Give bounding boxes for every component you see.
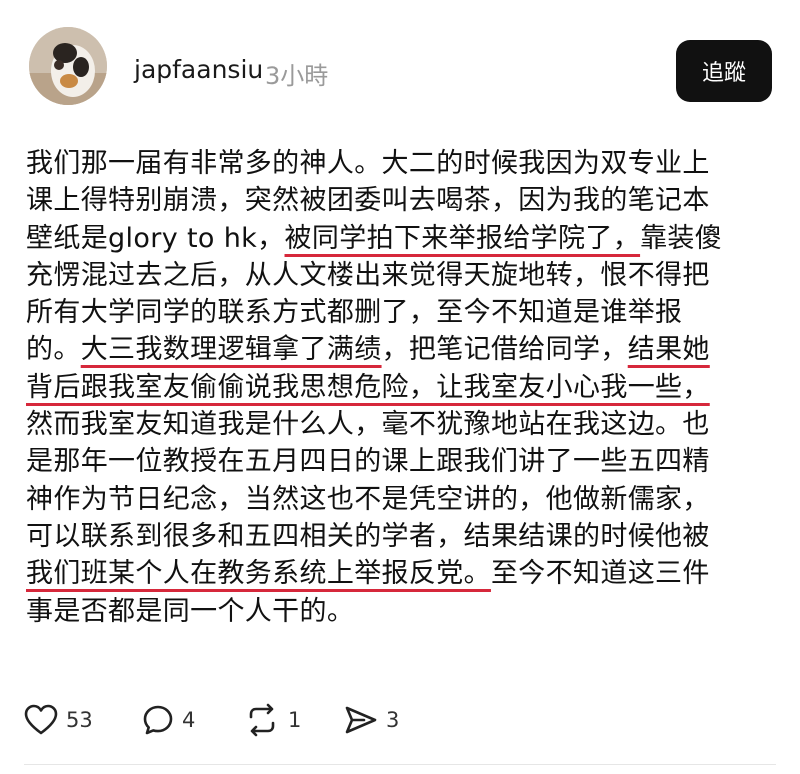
comment-count: 4	[182, 708, 196, 732]
comment-bubble-icon	[143, 705, 173, 735]
divider	[24, 764, 776, 765]
post-text-line: 我们班某个人在教务系统上举报反党。至今不知道这三件	[26, 555, 776, 592]
action-bar: 53 4 1 3	[24, 700, 624, 740]
post-text-segment: 的。	[26, 334, 81, 366]
post-time: 3小時	[265, 62, 329, 90]
send-icon	[345, 706, 377, 734]
post-text-segment: 课上得特别崩溃，突然被团委叫去喝茶，因为我的笔记本	[26, 185, 710, 217]
highlighted-text: 大三我数理逻辑拿了满绩	[80, 334, 382, 366]
post-text-line: 可以联系到很多和五四相关的学者，结果结课的时候他被	[26, 518, 776, 555]
username[interactable]: japfaansiu	[134, 55, 263, 84]
repost-icon	[249, 703, 275, 737]
repost-count: 1	[288, 708, 302, 732]
highlighted-text: 被同学拍下来举报给学院了，	[284, 222, 641, 254]
post-text-segment: ，把笔记借给同学，	[381, 334, 628, 366]
post-text-line: 然而我室友知道我是什么人，毫不犹豫地站在我这边。也	[26, 406, 776, 443]
post-text-line: 事是否都是同一个人干的。	[26, 593, 776, 630]
post-text-segment: 靠装傻	[640, 222, 723, 254]
heart-icon	[24, 704, 58, 735]
post-text-segment: 事是否都是同一个人干的。	[26, 595, 355, 627]
cat-avatar-icon	[29, 27, 107, 105]
share-button[interactable]: 3	[344, 700, 399, 740]
post-text-segment: 至今不知道这三件	[490, 558, 710, 590]
comment-button[interactable]: 4	[142, 700, 195, 740]
post-text-line: 壁纸是glory to hk，被同学拍下来举报给学院了，靠装傻	[26, 220, 776, 257]
post-text-line: 的。大三我数理逻辑拿了满绩，把笔记借给同学，结果她	[26, 331, 776, 368]
post-header: japfaansiu 3小時 追蹤	[0, 0, 800, 130]
post-text-segment: 壁纸是glory to hk，	[26, 222, 285, 254]
post-text-segment: 神作为节日纪念，当然这也不是凭空讲的，他做新儒家，	[26, 483, 710, 515]
post-text-segment: 是那年一位教授在五月四日的课上跟我们讲了一些五四精	[26, 446, 710, 478]
highlighted-text: 我们班某个人在教务系统上举报反党。	[26, 558, 491, 590]
post-text-line: 所有大学同学的联系方式都删了，至今不知道是谁举报	[26, 294, 776, 331]
highlighted-text: 背后跟我室友偷偷说我思想危险，让我室友小心我一些，	[26, 371, 710, 403]
highlighted-text: 结果她	[627, 334, 710, 366]
post-text-segment: 可以联系到很多和五四相关的学者，结果结课的时候他被	[26, 520, 710, 552]
post-text-line: 我们那一届有非常多的神人。大二的时候我因为双专业上	[26, 145, 776, 182]
share-count: 3	[386, 708, 400, 732]
avatar[interactable]	[29, 27, 107, 105]
post-text-segment: 充愣混过去之后，从人文楼出来觉得天旋地转，恨不得把	[26, 259, 710, 291]
like-count: 53	[66, 708, 93, 732]
post-text-segment: 我们那一届有非常多的神人。大二的时候我因为双专业上	[26, 148, 710, 179]
post-text-line: 课上得特别崩溃，突然被团委叫去喝茶，因为我的笔记本	[26, 182, 776, 219]
post-text-line: 神作为节日纪念，当然这也不是凭空讲的，他做新儒家，	[26, 481, 776, 518]
post-text-line: 充愣混过去之后，从人文楼出来觉得天旋地转，恨不得把	[26, 257, 776, 294]
post-text: 我们那一届有非常多的神人。大二的时候我因为双专业上 课上得特别崩溃，突然被团委叫去…	[26, 145, 776, 630]
follow-button[interactable]: 追蹤	[676, 40, 772, 102]
like-button[interactable]: 53	[24, 700, 93, 740]
post-text-segment: 然而我室友知道我是什么人，毫不犹豫地站在我这边。也	[26, 409, 710, 441]
post-text-line: 背后跟我室友偷偷说我思想危险，让我室友小心我一些，	[26, 369, 776, 406]
post-text-line: 是那年一位教授在五月四日的课上跟我们讲了一些五四精	[26, 443, 776, 480]
post-text-segment: 所有大学同学的联系方式都删了，至今不知道是谁举报	[26, 297, 683, 329]
repost-button[interactable]: 1	[244, 700, 301, 740]
